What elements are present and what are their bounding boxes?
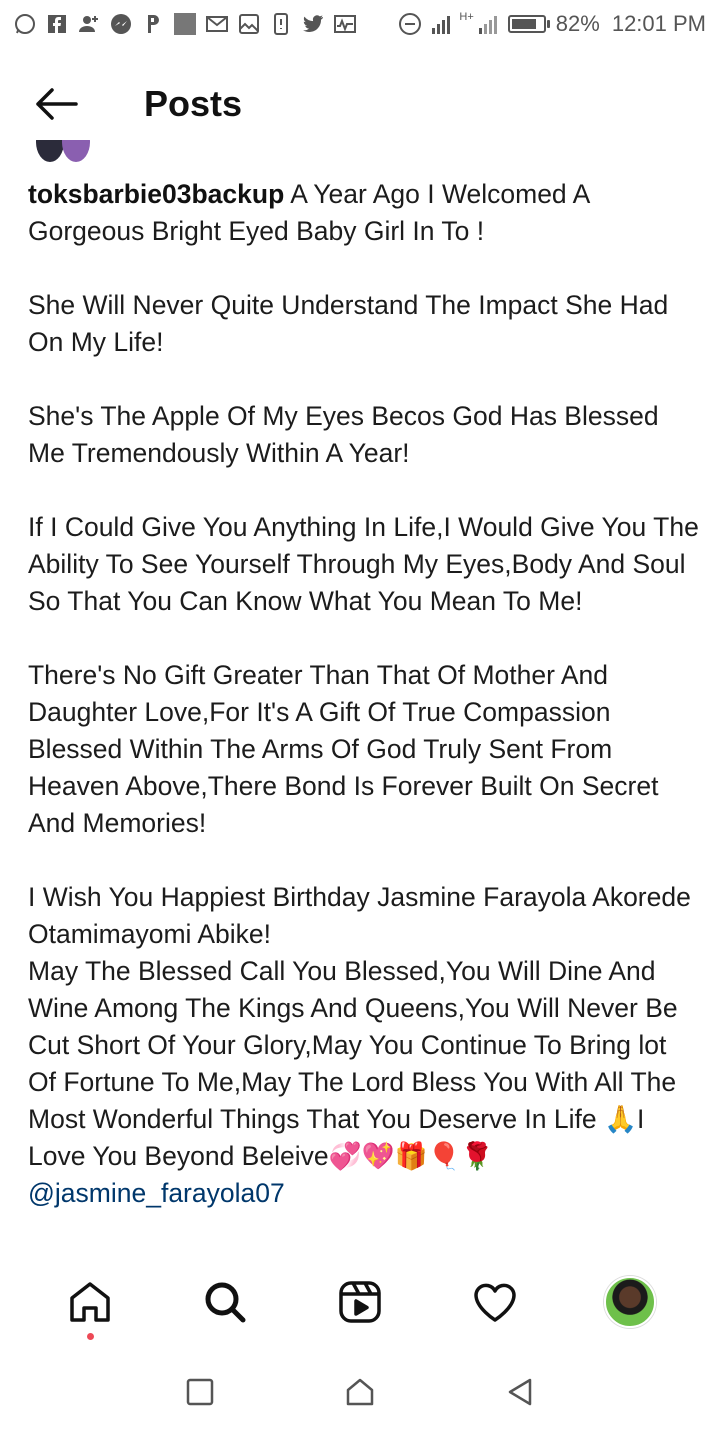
home-outline-icon bbox=[346, 1378, 374, 1406]
home-icon bbox=[69, 1282, 110, 1322]
clock: 12:01 PM bbox=[611, 11, 706, 36]
network-type: H+ bbox=[459, 11, 474, 23]
nav-profile[interactable] bbox=[598, 1270, 662, 1334]
messenger-icon bbox=[108, 11, 134, 37]
page-title: Posts bbox=[144, 83, 243, 124]
whatsapp-icon bbox=[12, 11, 38, 37]
pray-emoji: 🙏 bbox=[604, 1104, 637, 1135]
nav-activity[interactable] bbox=[463, 1270, 527, 1334]
nav-search[interactable] bbox=[193, 1270, 257, 1334]
avatar-edge bbox=[36, 140, 90, 162]
caption-paragraph: There's No Gift Greater Than That Of Mot… bbox=[28, 660, 659, 838]
signal-icon bbox=[429, 11, 455, 37]
post-caption: toksbarbie03backup A Year Ago I Welcomed… bbox=[28, 176, 700, 1212]
back-button[interactable] bbox=[496, 1368, 544, 1416]
add-user-icon bbox=[76, 11, 102, 37]
profile-avatar bbox=[604, 1276, 657, 1328]
twitter-icon bbox=[300, 11, 326, 37]
status-bar: H+ 82% 12:01 PM bbox=[0, 0, 720, 48]
reels-icon bbox=[339, 1281, 381, 1323]
app-icon bbox=[172, 11, 198, 37]
triangle-back-icon bbox=[508, 1378, 532, 1406]
mention-link[interactable]: @jasmine_farayola07 bbox=[28, 1175, 700, 1212]
system-status: H+ 82% 12:01 PM bbox=[397, 11, 706, 37]
caption-text: May The Blessed Call You Blessed,You Wil… bbox=[28, 956, 678, 1134]
back-arrow-button[interactable] bbox=[26, 74, 86, 134]
square-icon bbox=[186, 1378, 214, 1406]
nav-reels[interactable] bbox=[328, 1270, 392, 1334]
home-button[interactable] bbox=[336, 1368, 384, 1416]
post-header-partial bbox=[34, 140, 234, 164]
notification-dot bbox=[86, 1333, 94, 1340]
caption-paragraph: May The Blessed Call You Blessed,You Wil… bbox=[28, 953, 700, 1175]
nav-home[interactable] bbox=[58, 1270, 122, 1340]
caption-paragraph: If I Could Give You Anything In Life,I W… bbox=[28, 512, 699, 616]
caption-paragraph: She's The Apple Of My Eyes Becos God Has… bbox=[28, 401, 659, 468]
activity-icon bbox=[332, 11, 358, 37]
caption-paragraph: She Will Never Quite Understand The Impa… bbox=[28, 290, 669, 357]
arrow-left-icon bbox=[36, 88, 78, 120]
recents-button[interactable] bbox=[176, 1368, 224, 1416]
gallery-icon bbox=[236, 11, 262, 37]
battery-icon bbox=[507, 15, 550, 33]
signal-icon-2 bbox=[476, 11, 502, 37]
emoji-group: 💞💖🎁🎈🌹 bbox=[328, 1141, 494, 1172]
sim-icon bbox=[268, 11, 294, 37]
system-navigation bbox=[0, 1352, 720, 1432]
dnd-icon bbox=[397, 11, 423, 37]
caption-paragraph: toksbarbie03backup A Year Ago I Welcomed… bbox=[28, 176, 700, 250]
bottom-navigation bbox=[0, 1260, 720, 1344]
gmail-icon bbox=[204, 11, 230, 37]
battery-percent: 82% bbox=[555, 11, 600, 36]
top-bar: Posts bbox=[0, 62, 720, 146]
facebook-icon bbox=[44, 11, 70, 37]
notification-icons bbox=[12, 11, 358, 37]
caption-username[interactable]: toksbarbie03backup bbox=[28, 179, 284, 209]
pinterest-icon bbox=[140, 11, 166, 37]
search-icon bbox=[205, 1282, 246, 1323]
caption-paragraph: I Wish You Happiest Birthday Jasmine Far… bbox=[28, 882, 691, 949]
heart-icon bbox=[474, 1283, 516, 1322]
